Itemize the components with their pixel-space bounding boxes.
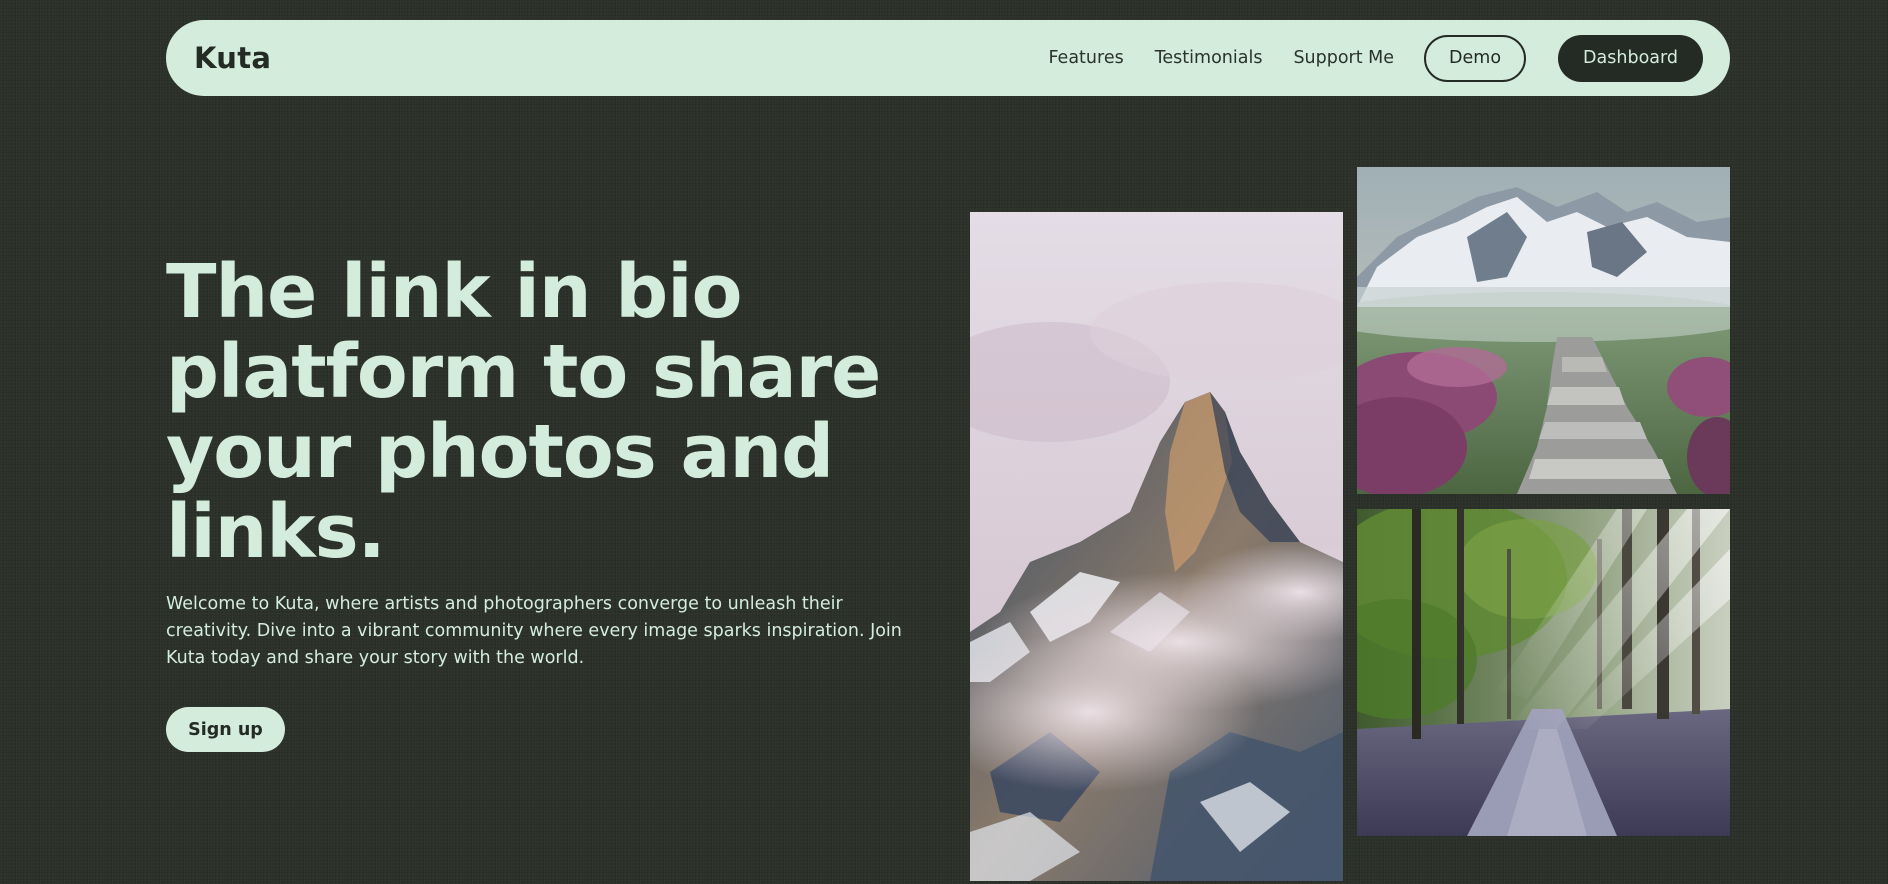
dashboard-button[interactable]: Dashboard: [1558, 34, 1703, 82]
nav-links: Features Testimonials Support Me Demo Da…: [1048, 20, 1703, 96]
demo-button[interactable]: Demo: [1424, 34, 1527, 82]
signup-button[interactable]: Sign up: [166, 707, 285, 752]
forest-path-photo: [1357, 509, 1730, 836]
top-navbar: Kuta Features Testimonials Support Me De…: [166, 20, 1730, 96]
mountain-trail-photo: [1357, 167, 1730, 494]
nav-link-features[interactable]: Features: [1048, 48, 1123, 68]
nav-link-support-me[interactable]: Support Me: [1293, 48, 1394, 68]
hero-description: Welcome to Kuta, where artists and photo…: [166, 594, 902, 668]
brand-logo[interactable]: Kuta: [194, 20, 271, 96]
hero-title: The link in bio platform to share your p…: [166, 249, 881, 575]
mountain-peak-photo: [970, 212, 1343, 881]
nav-link-testimonials[interactable]: Testimonials: [1155, 48, 1263, 68]
